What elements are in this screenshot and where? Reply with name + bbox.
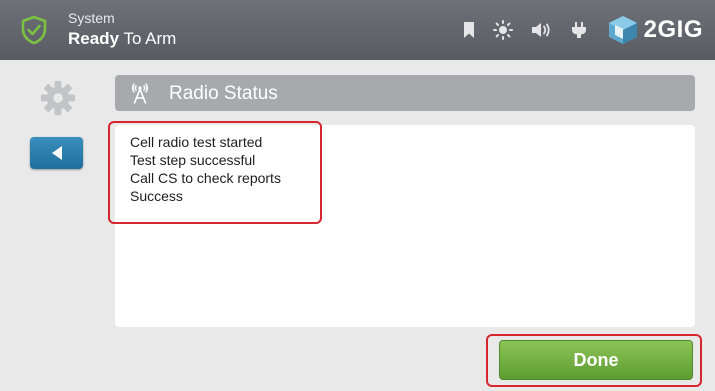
arrow-left-icon (51, 146, 62, 160)
power-plug-icon[interactable] (571, 21, 587, 39)
back-button[interactable] (30, 137, 83, 169)
bookmark-icon[interactable] (463, 21, 475, 39)
2gig-logo-icon (608, 16, 637, 44)
status-icons (463, 20, 587, 40)
system-status-rest: To Arm (119, 29, 177, 48)
status-message: Test step successful (130, 152, 256, 168)
page-title-bar: Radio Status (115, 75, 695, 111)
page-title: Radio Status (169, 83, 278, 104)
status-bar: System Ready To Arm 2GIG (0, 0, 715, 60)
gear-icon[interactable] (39, 79, 77, 117)
status-messages: Cell radio test started Test step succes… (130, 133, 281, 205)
status-message: Success (130, 188, 183, 204)
system-status: Ready To Arm (68, 29, 176, 49)
system-label: System (68, 10, 115, 26)
radio-tower-icon (131, 83, 149, 104)
status-message: Cell radio test started (130, 134, 263, 150)
system-status-bold: Ready (68, 29, 120, 48)
shield-check-icon (21, 15, 47, 45)
sun-icon[interactable] (493, 20, 513, 40)
status-message: Call CS to check reports (130, 170, 281, 186)
done-button[interactable]: Done (499, 340, 693, 380)
speaker-icon[interactable] (531, 21, 553, 39)
brand-text: 2GIG (643, 16, 703, 43)
brand-logo: 2GIG (606, 14, 703, 46)
